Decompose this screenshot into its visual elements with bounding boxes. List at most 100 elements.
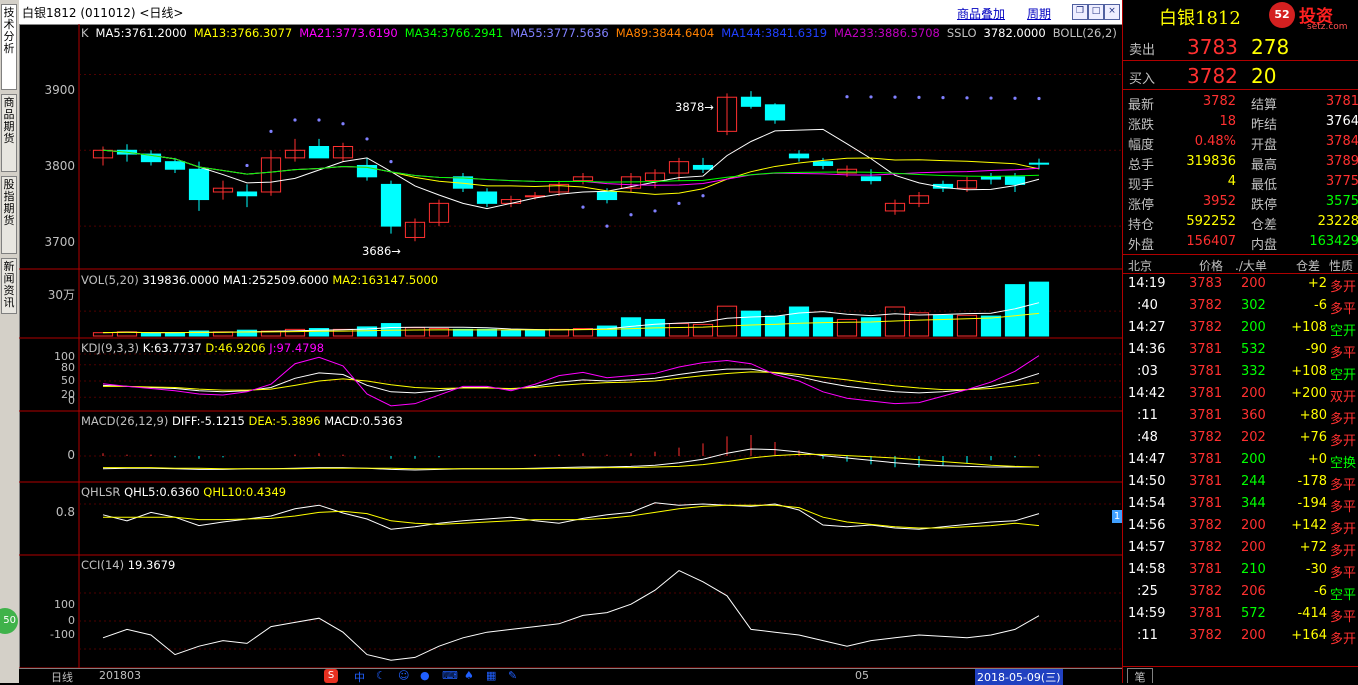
volume-bar [740,310,762,337]
tick-oi-change: -90 [1305,342,1327,357]
tick-row[interactable]: 14:57 3782 200 +72 多开 [1123,538,1358,560]
ime-toolbar[interactable]: S 中 ☾ ☺ ● ⌨ ♠ ▦ ✎ [324,669,529,684]
maximize-icon[interactable]: □ [1088,4,1104,20]
tick-row[interactable]: :40 3782 302 -6 多平 [1123,296,1358,318]
tick-price: 3781 [1189,474,1223,489]
stat-cell: 跌停 3575 [1251,194,1358,214]
tick-row[interactable]: 14:42 3781 200 +200 双开 [1123,384,1358,406]
sell-volume: 278 [1251,35,1290,59]
tick-row[interactable]: 14:47 3781 200 +0 空换 [1123,450,1358,472]
cci-legend: CCI(14) 19.3679 [81,558,176,572]
qhlsr-legend: QHLSR QHL5:0.6360 QHL10:0.4349 [81,485,287,499]
restore-icon[interactable]: ❐ [1072,4,1088,20]
stat-label: 内盘 [1251,238,1278,253]
volume-bar [596,325,618,337]
tick-type: 多开 [1330,412,1357,427]
sar-dot [605,224,609,228]
stat-label: 外盘 [1128,238,1155,253]
volume-bar [92,332,114,337]
volume-bar [188,330,210,337]
tick-time: 14:27 [1128,320,1166,335]
smile-icon[interactable]: ☺ [398,669,409,682]
sar-dot [917,95,921,99]
sar-dot [581,205,585,209]
sell-price: 3783 [1187,35,1238,59]
stat-cell: 最低 3775 [1251,174,1358,194]
candle-body [788,153,810,159]
stat-value: 3782 [1202,94,1236,109]
y-tick-3700: 3700 [44,235,75,249]
tick-oi-change: +2 [1307,276,1327,291]
stat-cell: 仓差 23228 [1251,214,1358,234]
tick-row[interactable]: :25 3782 206 -6 空平 [1123,582,1358,604]
y-tick-3900: 3900 [44,83,75,97]
tick-volume: 200 [1241,628,1266,643]
tick-row[interactable]: 14:19 3783 200 +2 多开 [1123,274,1358,296]
sogou-s-icon[interactable]: S [324,669,338,683]
tick-row[interactable]: 14:27 3782 200 +108 空开 [1123,318,1358,340]
tick-row[interactable]: 14:36 3781 532 -90 多平 [1123,340,1358,362]
sar-dot [869,95,873,99]
stat-cell: 现手 4 [1128,174,1236,194]
close-icon[interactable]: × [1104,4,1120,20]
stat-label: 幅度 [1128,138,1155,153]
tick-volume: 244 [1241,474,1266,489]
tick-row[interactable]: 14:50 3781 244 -178 多平 [1123,472,1358,494]
tick-oi-change: -414 [1297,606,1327,621]
tick-row[interactable]: 14:54 3781 344 -194 多平 [1123,494,1358,516]
candle-body [740,96,762,107]
tick-row[interactable]: :11 3781 360 +80 多开 [1123,406,1358,428]
qhlsr-y-0.8: 0.8 [55,505,75,519]
tick-time: 14:56 [1128,518,1166,533]
candle-body [764,104,786,121]
moon-icon[interactable]: ☾ [376,669,386,682]
tick-price: 3782 [1189,320,1223,335]
tick-oi-change: +76 [1299,430,1327,445]
moving-average-line [102,149,1040,186]
tick-row[interactable]: 14:56 3782 200 +142 多开 [1123,516,1358,538]
tick-type: 多平 [1330,478,1357,493]
candle-body [164,161,186,170]
tick-oi-change: +200 [1291,386,1327,401]
tick-time: :25 [1137,584,1158,599]
tab-technical-analysis[interactable]: 技术分析 [1,4,17,90]
tick-row[interactable]: :11 3782 200 +164 多开 [1123,626,1358,648]
volume-bar [500,329,522,337]
period-link[interactable]: 周期 [1027,5,1051,22]
tick-time: 14:50 [1128,474,1166,489]
sar-dot [365,137,369,141]
shirt-icon[interactable]: ♠ [464,669,474,682]
mic-icon[interactable]: ● [420,669,430,682]
chart-title-bar: 白银1812 (011012) <日线> 商品叠加 周期 ❐ □ × [19,0,1122,25]
grid-icon[interactable]: ▦ [486,669,496,682]
tab-news[interactable]: 新闻资讯 [1,258,17,314]
tick-oi-change: -6 [1314,298,1327,313]
volume-bar [908,312,930,337]
sar-dot [269,129,273,133]
tick-row[interactable]: :03 3781 332 +108 空开 [1123,362,1358,384]
wrench-icon[interactable]: ✎ [508,669,517,682]
tick-time: 14:42 [1128,386,1166,401]
stat-cell: 涨停 3952 [1128,194,1236,214]
tick-row[interactable]: 14:58 3781 210 -30 多平 [1123,560,1358,582]
volume-bar [1028,281,1050,337]
stat-label: 结算 [1251,98,1278,113]
keyboard-icon[interactable]: ⌨ [442,669,458,682]
qhlsr-badge[interactable]: 1 [1112,510,1122,523]
tick-row[interactable]: :48 3782 202 +76 多开 [1123,428,1358,450]
chart-area[interactable]: K MA5:3761.2000 MA13:3766.3077 MA21:3773.61… [19,24,1179,669]
sar-dot [317,118,321,122]
stat-cell: 涨跌 18 [1128,114,1236,134]
stat-value: 3789 [1325,154,1358,169]
tick-type: 空平 [1330,588,1357,603]
overlay-commodity-link[interactable]: 商品叠加 [957,5,1005,22]
quote-panel: 白银1812 52 投资 setz.com 卖出 3783 278 买入 378… [1122,0,1358,684]
tab-commodity-futures[interactable]: 商品期货 [1,94,17,172]
chart-bottom-bar: 日线 201803 05 2018-05-09(三) S 中 ☾ ☺ ● ⌨ ♠… [19,668,1122,685]
tab-ticks[interactable]: 笔 [1127,668,1153,684]
tab-index-futures[interactable]: 股指期货 [1,176,17,254]
kdj-legend: KDJ(9,3,3) K:63.7737 D:46.9206 J:97.4798 [81,341,325,355]
main-legend-item: MA55:3777.5636 [510,26,609,40]
side-circle-button[interactable]: 50 [0,608,18,634]
tick-row[interactable]: 14:59 3781 572 -414 多平 [1123,604,1358,626]
